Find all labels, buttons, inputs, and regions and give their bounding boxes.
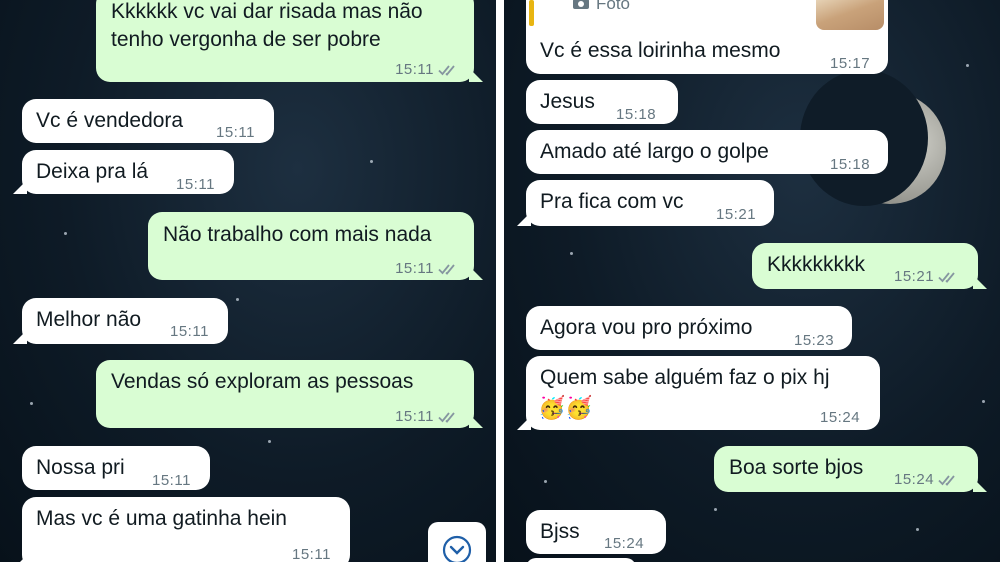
star [916,528,919,531]
star [714,508,717,511]
star [64,232,67,235]
chat-panel-left[interactable]: Kkkkkk vc vai dar risada mas não tenho v… [0,0,496,562]
bubble-tail [469,68,483,82]
star [544,480,547,483]
bubble-tail [973,275,987,289]
message-text: Agora vou pro próximo [540,316,753,339]
star [570,252,573,255]
message-bubble-outgoing[interactable]: Kkkkkkkkk 15:21 [752,243,987,291]
message-text: Nossa pri [36,456,125,479]
read-ticks-icon [438,264,455,275]
star [30,402,33,405]
chevron-down-circle-icon [442,535,472,562]
message-time: 15:18 [830,156,871,173]
message-text: Kkkkkk vc vai dar risada mas não [111,0,423,23]
message-text: Boa sorte bjos [729,456,864,479]
bubble-tail [973,478,987,492]
message-time: 15:11 [395,56,460,84]
message-bubble-outgoing[interactable]: Não trabalho com mais nada 15:11 [148,212,483,283]
message-bubble-incoming-partial[interactable] [526,558,636,562]
bubble-tail [13,555,27,562]
reply-quote-label: Foto [572,0,630,14]
message-time: 15:24 [894,466,960,494]
message-text: Quem sabe alguém faz o pix hj [540,366,830,389]
message-text: tenho vergonha de ser pobre [111,28,381,51]
message-text: Jesus [540,90,595,113]
message-text: Vc é vendedora [36,109,184,132]
message-bubble-incoming[interactable]: Melhor não 15:11 [13,298,228,344]
message-text: Mas vc é uma gatinha hein [36,507,287,530]
message-bubble-outgoing[interactable]: Vendas só exploram as pessoas 15:11 [96,360,483,431]
bubble-tail [13,330,27,344]
message-time: 15:23 [794,332,835,349]
read-ticks-icon [438,412,455,423]
message-text: Amado até largo o golpe [540,140,769,163]
message-time: 15:11 [170,323,209,340]
message-bubble-incoming[interactable]: Amado até largo o golpe 15:18 [526,130,888,174]
star [370,160,373,163]
message-time: 15:11 [216,124,255,141]
star [236,298,239,301]
message-text: Não trabalho com mais nada [163,223,432,246]
message-bubble-incoming[interactable]: Quem sabe alguém faz o pix hj 🥳🥳 15:24 [517,356,880,430]
message-bubble-incoming[interactable]: Vc é vendedora 15:11 [22,99,274,143]
message-time: 15:11 [152,472,191,489]
message-text: Kkkkkkkkk [767,253,866,276]
reply-quote-bar [529,0,534,26]
message-text: Vc é essa loirinha mesmo [540,39,781,62]
partying-face-emoji: 🥳🥳 [538,395,593,420]
chat-panel-right[interactable]: Vc é essa loirinha mesmo 15:17 Jesus 15:… [504,0,1000,562]
message-time: 15:17 [830,55,871,72]
star [966,64,969,67]
star [982,400,985,403]
bubble-tail [469,266,483,280]
bubble-tail [517,416,531,430]
read-ticks-icon [938,272,955,283]
camera-icon [573,0,589,9]
star [268,440,271,443]
message-time: 15:18 [616,106,657,123]
message-bubble-incoming[interactable]: Agora vou pro próximo 15:23 [526,306,852,350]
message-time: 15:11 [395,255,460,283]
message-text: Deixa pra lá [36,160,149,183]
bubble-tail [13,180,27,194]
message-text: Melhor não [36,308,142,331]
message-text: Pra fica com vc [540,190,684,213]
message-text: Bjss [540,520,580,543]
message-time: 15:21 [716,206,757,223]
reply-photo-thumbnail[interactable] [816,0,884,30]
message-time: 15:11 [176,176,215,193]
message-bubble-incoming[interactable]: Deixa pra lá 15:11 [13,150,234,194]
message-bubble-incoming[interactable]: Nossa pri 15:11 [22,446,210,490]
message-bubble-incoming[interactable]: Jesus 15:18 [526,80,678,124]
read-ticks-icon [438,65,455,76]
message-bubble-outgoing[interactable]: Boa sorte bjos 15:24 [714,446,987,494]
message-bubble-incoming[interactable]: Pra fica com vc 15:21 [517,180,774,226]
message-text: Vendas só exploram as pessoas [111,370,414,393]
message-bubble-incoming[interactable]: Mas vc é uma gatinha hein 15:11 [13,497,350,562]
bubble-tail [517,212,531,226]
message-time: 15:24 [820,409,861,426]
message-time: 15:11 [395,403,460,431]
message-bubble-incoming[interactable]: Bjss 15:24 [526,510,666,554]
panel-divider [496,0,504,562]
message-time: 15:21 [894,263,960,291]
message-time: 15:24 [604,535,645,552]
bubble-tail [469,414,483,428]
message-bubble-outgoing[interactable]: Kkkkkk vc vai dar risada mas não tenho v… [96,0,483,84]
scroll-to-bottom-button[interactable] [428,522,486,562]
read-ticks-icon [938,475,955,486]
message-time: 15:11 [292,546,331,562]
